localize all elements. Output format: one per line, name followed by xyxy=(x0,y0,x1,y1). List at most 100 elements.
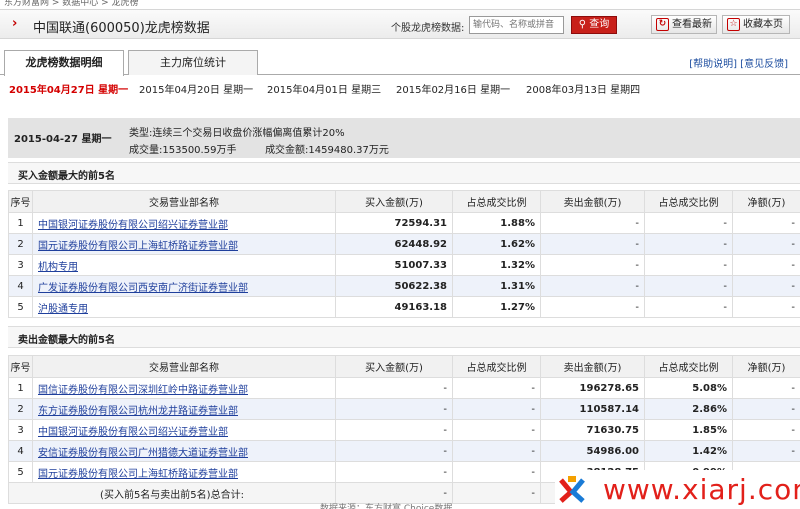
branch-link[interactable]: 沪股通专用 xyxy=(38,304,88,315)
branch-link[interactable]: 国元证券股份有限公司上海虹桥路证券营业部 xyxy=(38,469,238,480)
sell-table-header: 序号 交易营业部名称 买入金额(万) 占总成交比例 卖出金额(万) 占总成交比例 净额(万) xyxy=(8,355,800,378)
branch-name-cell[interactable]: 国元证券股份有限公司上海虹桥路证券营业部 xyxy=(32,461,336,483)
branch-link[interactable]: 国信证券股份有限公司深圳红岭中路证券营业部 xyxy=(38,385,248,396)
footer-text: 数据来源：东方财富 Choice数据 xyxy=(320,504,453,509)
ratio-cell: - xyxy=(452,419,541,441)
net-amount-cell: - xyxy=(732,212,800,234)
branch-name-cell[interactable]: 机构专用 xyxy=(32,254,336,276)
ratio-cell: - xyxy=(644,296,733,318)
help-feedback-links[interactable]: [帮助说明] [意见反馈] xyxy=(689,55,788,70)
ratio-cell: - xyxy=(644,233,733,255)
buy-col-header-5: 占总成交比例 xyxy=(644,190,733,213)
branch-link[interactable]: 机构专用 xyxy=(38,262,78,273)
row-index: 2 xyxy=(8,398,33,420)
sell-col-header-6: 净额(万) xyxy=(732,355,800,378)
tab-bar: 龙虎榜数据明细 主力席位统计 [帮助说明] [意见反馈] xyxy=(0,48,800,76)
total-value-cell: - xyxy=(452,482,541,504)
buy-col-header-6: 净额(万) xyxy=(732,190,800,213)
sell-amount-cell: - xyxy=(540,233,645,255)
branch-name-cell[interactable]: 安信证券股份有限公司广州猎德大道证券营业部 xyxy=(32,440,336,462)
branch-link[interactable]: 广发证券股份有限公司西安南广济街证券营业部 xyxy=(38,283,248,294)
tab-seat-stats[interactable]: 主力席位统计 xyxy=(128,50,258,75)
sell-col-header-0: 序号 xyxy=(8,355,33,378)
ratio-cell: 2.86% xyxy=(644,398,733,420)
chevron-right-icon: › xyxy=(12,16,18,31)
buy-amount-cell: - xyxy=(335,398,453,420)
sell-section-title: 卖出金额最大的前5名 xyxy=(18,335,115,346)
branch-link[interactable]: 中国银河证券股份有限公司绍兴证券营业部 xyxy=(38,220,228,231)
ratio-cell: 1.32% xyxy=(452,254,541,276)
branch-name-cell[interactable]: 中国银河证券股份有限公司绍兴证券营业部 xyxy=(32,212,336,234)
summary-date: 2015-04-27 星期一 xyxy=(14,134,112,145)
ratio-cell: - xyxy=(452,440,541,462)
sell-col-header-3: 占总成交比例 xyxy=(452,355,541,378)
buy-col-header-3: 占总成交比例 xyxy=(452,190,541,213)
date-link-2[interactable]: 2015年04月01日 星期三 xyxy=(267,81,381,96)
branch-name-cell[interactable]: 广发证券股份有限公司西安南广济街证券营业部 xyxy=(32,275,336,297)
row-index: 3 xyxy=(8,419,33,441)
buy-col-header-0: 序号 xyxy=(8,190,33,213)
net-amount-cell: - xyxy=(732,419,800,441)
branch-name-cell[interactable]: 国信证券股份有限公司深圳红岭中路证券营业部 xyxy=(32,377,336,399)
ratio-cell: - xyxy=(452,377,541,399)
ratio-cell: - xyxy=(452,398,541,420)
date-link-4[interactable]: 2008年03月13日 星期四 xyxy=(526,81,640,96)
sell-col-header-1: 交易营业部名称 xyxy=(32,355,336,378)
refresh-icon: ↻ xyxy=(656,18,669,31)
page-title: 中国联通(600050)龙虎榜数据 xyxy=(33,21,210,36)
buy-amount-cell: 72594.31 xyxy=(335,212,453,234)
search-input[interactable] xyxy=(469,16,564,34)
bookmark-button[interactable]: ☆ 收藏本页 xyxy=(722,15,790,34)
date-link-0[interactable]: 2015年04月27日 星期一 xyxy=(9,81,128,96)
branch-link[interactable]: 中国银河证券股份有限公司绍兴证券营业部 xyxy=(38,427,228,438)
breadcrumb: 东方财富网 > 数据中心 > 龙虎榜 xyxy=(4,0,139,8)
ratio-cell: 1.31% xyxy=(452,275,541,297)
sell-amount-cell: 54986.00 xyxy=(540,440,645,462)
buy-amount-cell: 51007.33 xyxy=(335,254,453,276)
view-latest-label: 查看最新 xyxy=(672,19,712,30)
branch-link[interactable]: 安信证券股份有限公司广州猎德大道证券营业部 xyxy=(38,448,248,459)
table-row: 2 东方证券股份有限公司杭州龙井路证券营业部 - -110587.14 2.86% - xyxy=(8,398,800,420)
branch-name-cell[interactable]: 中国银河证券股份有限公司绍兴证券营业部 xyxy=(32,419,336,441)
branch-link[interactable]: 东方证券股份有限公司杭州龙井路证券营业部 xyxy=(38,406,238,417)
ratio-cell: - xyxy=(644,275,733,297)
buy-amount-cell: 62448.92 xyxy=(335,233,453,255)
branch-name-cell[interactable]: 东方证券股份有限公司杭州龙井路证券营业部 xyxy=(32,398,336,420)
search-icon: ⚲ xyxy=(578,19,587,30)
summary-amount: 成交金额:1459480.37万元 xyxy=(265,145,389,156)
date-link-3[interactable]: 2015年02月16日 星期一 xyxy=(396,81,510,96)
tab-detail[interactable]: 龙虎榜数据明细 xyxy=(4,50,124,76)
summary-volume: 成交量:153500.59万手 xyxy=(129,145,237,156)
table-row: 4 广发证券股份有限公司西安南广济街证券营业部 50622.38 1.31% - - - xyxy=(8,275,800,297)
buy-amount-cell: - xyxy=(335,440,453,462)
watermark-text: www.xiarj.com xyxy=(603,473,800,506)
bookmark-label: 收藏本页 xyxy=(743,19,783,30)
search-label: 个股龙虎榜数据: xyxy=(391,23,465,34)
net-amount-cell: - xyxy=(732,254,800,276)
net-amount-cell: - xyxy=(732,296,800,318)
ratio-cell: - xyxy=(644,254,733,276)
branch-name-cell[interactable]: 国元证券股份有限公司上海虹桥路证券营业部 xyxy=(32,233,336,255)
buy-amount-cell: 50622.38 xyxy=(335,275,453,297)
branch-name-cell[interactable]: 沪股通专用 xyxy=(32,296,336,318)
buy-amount-cell: - xyxy=(335,419,453,441)
branch-link[interactable]: 国元证券股份有限公司上海虹桥路证券营业部 xyxy=(38,241,238,252)
query-button[interactable]: ⚲ 查询 xyxy=(571,16,617,34)
buy-table: 序号 交易营业部名称 买入金额(万) 占总成交比例 卖出金额(万) 占总成交比例 净额(万)… xyxy=(8,190,800,318)
date-link-1[interactable]: 2015年04月20日 星期一 xyxy=(139,81,253,96)
row-index: 4 xyxy=(8,275,33,297)
view-latest-button[interactable]: ↻ 查看最新 xyxy=(651,15,717,34)
sell-amount-cell: - xyxy=(540,254,645,276)
table-row: 3 机构专用 51007.33 1.32% - - - xyxy=(8,254,800,276)
sell-col-header-2: 买入金额(万) xyxy=(335,355,453,378)
sell-amount-cell: 110587.14 xyxy=(540,398,645,420)
sell-col-header-4: 卖出金额(万) xyxy=(540,355,645,378)
sell-amount-cell: - xyxy=(540,275,645,297)
sell-col-header-5: 占总成交比例 xyxy=(644,355,733,378)
sell-amount-cell: 71630.75 xyxy=(540,419,645,441)
net-amount-cell: - xyxy=(732,398,800,420)
ratio-cell: 1.42% xyxy=(644,440,733,462)
site-logo-icon xyxy=(559,476,585,503)
table-row: 2 国元证券股份有限公司上海虹桥路证券营业部 62448.92 1.62% - - - xyxy=(8,233,800,255)
buy-section-header: 买入金额最大的前5名 xyxy=(8,162,800,184)
